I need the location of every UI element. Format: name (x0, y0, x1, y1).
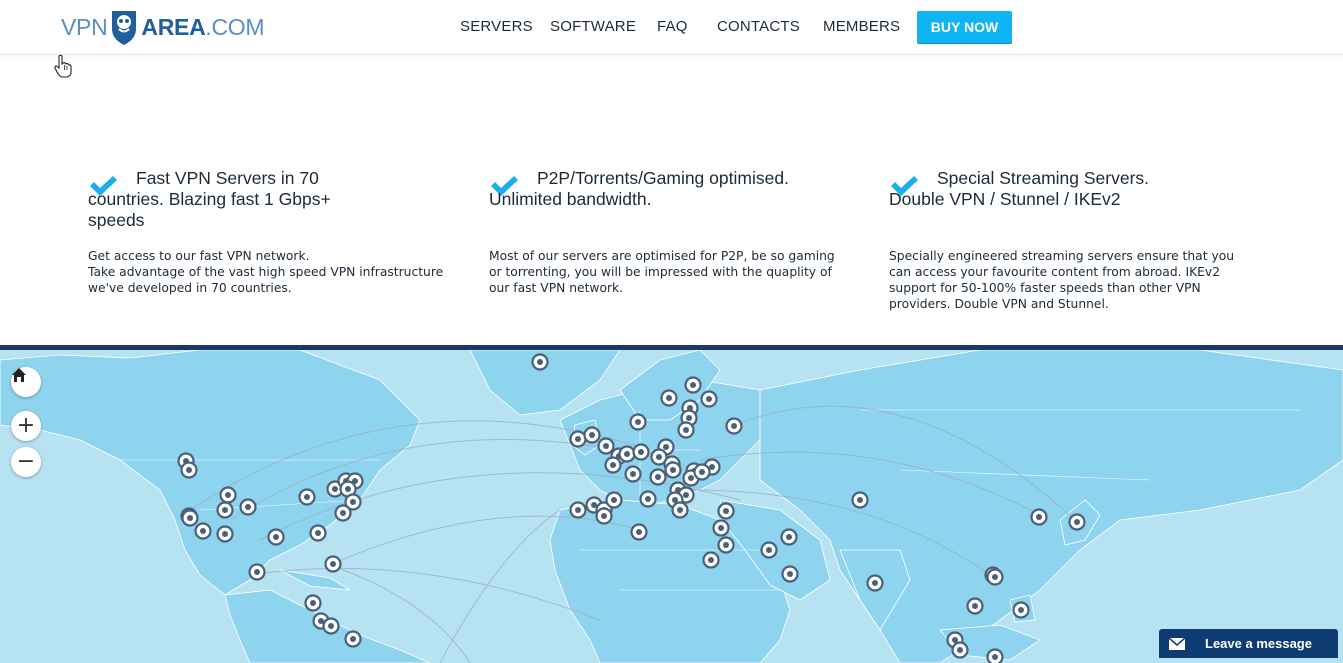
logo-mascot-icon (109, 7, 139, 47)
site-header: VPN AREA .COM SERVERS SOFTWARE FAQ CONTA… (0, 0, 1343, 55)
server-marker-dot (786, 534, 792, 540)
server-marker-dot (345, 486, 351, 492)
nav-contacts[interactable]: CONTACTS (717, 18, 800, 35)
server-marker-dot (603, 443, 609, 449)
server-marker-dot (1018, 607, 1024, 613)
zoom-out-button[interactable]: − (11, 447, 41, 477)
home-icon (11, 367, 27, 383)
server-marker-dot (340, 510, 346, 516)
server-marker-dot (683, 492, 689, 498)
server-marker-dot (992, 574, 998, 580)
server-marker-dot (350, 636, 356, 642)
server-marker-dot (857, 497, 863, 503)
envelope-icon (1169, 638, 1185, 650)
server-marker-dot (708, 557, 714, 563)
server-marker-dot (718, 525, 724, 531)
server-marker-dot (787, 571, 793, 577)
feature-description: Get access to our fast VPN network. Take… (88, 248, 448, 296)
server-marker-dot (575, 436, 581, 442)
server-marker-dot (575, 507, 581, 513)
leave-message-widget[interactable]: Leave a message (1159, 629, 1338, 658)
server-marker-dot (731, 423, 737, 429)
server-marker-dot (706, 396, 712, 402)
server-marker-dot (663, 444, 669, 450)
server-marker-dot (254, 569, 260, 575)
server-marker-dot (332, 486, 338, 492)
server-marker-dot (328, 623, 334, 629)
nav-software[interactable]: SOFTWARE (550, 18, 636, 35)
map-home-button[interactable] (11, 367, 41, 397)
server-marker-dot (304, 494, 310, 500)
server-map[interactable]: + − (0, 345, 1343, 663)
server-marker-dot (723, 542, 729, 548)
server-marker-dot (686, 415, 692, 421)
server-marker-dot (972, 603, 978, 609)
logo-area-text: AREA (141, 14, 205, 41)
server-marker-dot (957, 647, 963, 653)
nav-servers[interactable]: SERVERS (460, 18, 533, 35)
server-marker-dot (690, 382, 696, 388)
nav-members[interactable]: MEMBERS (823, 18, 900, 35)
server-marker-dot (635, 419, 641, 425)
server-marker-dot (723, 508, 729, 514)
logo[interactable]: VPN AREA .COM (61, 7, 264, 47)
server-marker-dot (656, 454, 662, 460)
world-map (0, 350, 1343, 663)
hand-cursor-icon (54, 54, 72, 78)
server-marker-dot (645, 496, 651, 502)
leave-message-label: Leave a message (1205, 636, 1312, 651)
nav-faq[interactable]: FAQ (657, 18, 688, 35)
server-marker-dot (200, 528, 206, 534)
server-marker-dot (872, 580, 878, 586)
zoom-in-button[interactable]: + (11, 411, 41, 441)
server-marker-dot (273, 534, 279, 540)
feature-description: Specially engineered streaming servers e… (889, 248, 1249, 312)
server-marker-dot (630, 471, 636, 477)
server-marker-dot (1074, 519, 1080, 525)
server-marker-dot (670, 467, 676, 473)
feature-title: Special Streaming Servers. Double VPN / … (889, 168, 1189, 210)
server-marker-dot (636, 529, 642, 535)
server-marker-dot (638, 449, 644, 455)
server-marker-dot (699, 469, 705, 475)
server-marker-dot (589, 432, 595, 438)
server-marker-dot (666, 395, 672, 401)
server-marker-dot (330, 561, 336, 567)
server-marker-dot (624, 451, 630, 457)
feature-description: Most of our servers are optimised for P2… (489, 248, 849, 296)
server-marker-dot (610, 462, 616, 468)
server-marker-dot (350, 499, 356, 505)
server-marker-dot (187, 515, 193, 521)
server-marker-dot (222, 531, 228, 537)
server-marker-dot (655, 474, 661, 480)
server-marker-dot (225, 492, 231, 498)
server-marker-dot (1036, 514, 1042, 520)
server-marker-dot (766, 547, 772, 553)
server-marker-dot (537, 359, 543, 365)
server-marker-dot (688, 475, 694, 481)
logo-vpn-text: VPN (61, 14, 107, 41)
server-marker-dot (611, 497, 617, 503)
feature-title: P2P/Torrents/Gaming optimised. Unlimited… (489, 168, 789, 210)
server-marker-dot (683, 427, 689, 433)
server-marker-dot (601, 513, 607, 519)
server-marker-dot (186, 467, 192, 473)
server-marker-dot (992, 654, 998, 660)
feature-title: Fast VPN Servers in 70 countries. Blazin… (88, 168, 388, 231)
logo-dotcom-text: .COM (205, 14, 264, 41)
server-marker-dot (315, 530, 321, 536)
server-marker-dot (245, 504, 251, 510)
server-marker-dot (222, 507, 228, 513)
buy-now-button[interactable]: BUY NOW (917, 11, 1012, 43)
server-marker-dot (310, 600, 316, 606)
server-marker-dot (677, 507, 683, 513)
